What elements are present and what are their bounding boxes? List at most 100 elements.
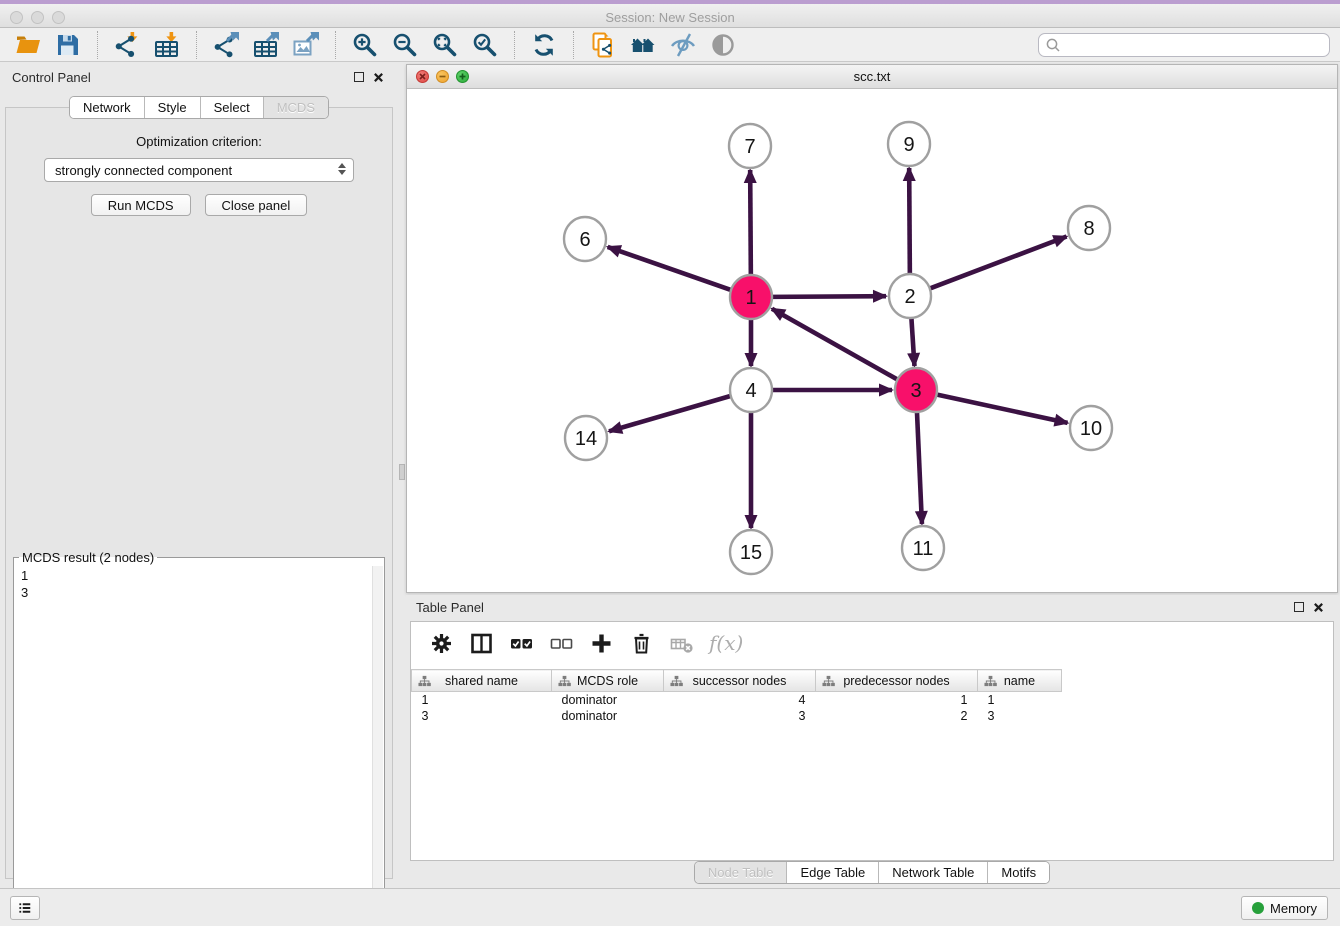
toolbar-separator xyxy=(97,31,98,59)
column-header-successor-nodes[interactable]: successor nodes xyxy=(664,670,816,692)
column-header-MCDS-role[interactable]: MCDS role xyxy=(552,670,664,692)
unchecked-boxes-icon[interactable] xyxy=(543,627,579,659)
table-tabs: Node TableEdge TableNetwork TableMotifs xyxy=(406,861,1338,884)
node-3[interactable]: 3 xyxy=(895,368,937,412)
import-table-icon[interactable] xyxy=(147,30,187,60)
table-row[interactable]: 3dominator323 xyxy=(412,708,1062,724)
tab-network[interactable]: Network xyxy=(70,97,145,118)
cell[interactable]: dominator xyxy=(552,708,664,724)
show-eye-icon[interactable] xyxy=(703,30,743,60)
status-bar: Memory xyxy=(0,888,1340,926)
cell[interactable]: 1 xyxy=(978,692,1062,708)
combo-stepper-icon xyxy=(338,163,346,175)
import-network-icon[interactable] xyxy=(107,30,147,60)
edge-1-2[interactable] xyxy=(772,296,886,297)
edge-2-9[interactable] xyxy=(909,168,910,275)
float-table-panel-icon[interactable] xyxy=(1294,602,1304,612)
tree-icon xyxy=(984,675,997,687)
column-header-shared-name[interactable]: shared name xyxy=(412,670,552,692)
application-window: Session: New Session Control Panel Netwo… xyxy=(0,0,1340,926)
columns-icon[interactable] xyxy=(463,627,499,659)
checked-boxes-icon[interactable] xyxy=(503,627,539,659)
refresh-icon[interactable] xyxy=(524,30,564,60)
zoom-in-icon[interactable] xyxy=(345,30,385,60)
cell[interactable]: 3 xyxy=(978,708,1062,724)
toolbar-separator xyxy=(335,31,336,59)
trash-icon[interactable] xyxy=(623,627,659,659)
close-table-panel-icon[interactable] xyxy=(1313,602,1324,613)
edge-1-7[interactable] xyxy=(750,170,751,276)
delete-table-icon[interactable] xyxy=(663,627,699,659)
column-header-predecessor-nodes[interactable]: predecessor nodes xyxy=(816,670,978,692)
node-14[interactable]: 14 xyxy=(565,416,607,460)
node-11[interactable]: 11 xyxy=(902,526,944,570)
open-folder-icon[interactable] xyxy=(8,30,48,60)
network-window-titlebar[interactable]: scc.txt xyxy=(407,65,1337,89)
node-7[interactable]: 7 xyxy=(729,124,771,168)
hide-panel-eye-icon[interactable] xyxy=(663,30,703,60)
task-history-button[interactable] xyxy=(10,896,40,920)
table-row[interactable]: 1dominator411 xyxy=(412,692,1062,708)
column-header-name[interactable]: name xyxy=(978,670,1062,692)
node-4[interactable]: 4 xyxy=(730,368,772,412)
node-8[interactable]: 8 xyxy=(1068,206,1110,250)
node-2[interactable]: 2 xyxy=(889,274,931,318)
home-icon[interactable] xyxy=(623,30,663,60)
cell[interactable]: dominator xyxy=(552,692,664,708)
result-scrollbar[interactable] xyxy=(372,566,383,926)
node-1[interactable]: 1 xyxy=(730,275,772,319)
plus-icon[interactable] xyxy=(583,627,619,659)
tree-icon xyxy=(418,675,431,687)
memory-button[interactable]: Memory xyxy=(1241,896,1328,920)
cell[interactable]: 2 xyxy=(816,708,978,724)
splitter-handle[interactable] xyxy=(399,464,405,480)
memory-label: Memory xyxy=(1270,901,1317,916)
run-mcds-button[interactable]: Run MCDS xyxy=(91,194,191,216)
node-15[interactable]: 15 xyxy=(730,530,772,574)
zoom-out-icon[interactable] xyxy=(385,30,425,60)
close-panel-icon[interactable] xyxy=(373,72,384,83)
edge-3-11[interactable] xyxy=(917,411,922,524)
table-tab-node-table[interactable]: Node Table xyxy=(695,862,788,883)
node-6[interactable]: 6 xyxy=(564,217,606,261)
cell[interactable]: 3 xyxy=(664,708,816,724)
save-icon[interactable] xyxy=(48,30,88,60)
edge-3-1[interactable] xyxy=(772,309,898,380)
export-table-icon[interactable] xyxy=(246,30,286,60)
optimization-criterion-select[interactable]: strongly connected component xyxy=(44,158,354,182)
edge-1-6[interactable] xyxy=(608,247,732,290)
float-panel-icon[interactable] xyxy=(354,72,364,82)
search-box[interactable] xyxy=(1038,33,1330,57)
node-table[interactable]: shared nameMCDS rolesuccessor nodesprede… xyxy=(411,669,1062,842)
table-tab-network-table[interactable]: Network Table xyxy=(879,862,988,883)
cell[interactable]: 1 xyxy=(816,692,978,708)
network-canvas[interactable]: 7 9 6 8 1 2 4 3 14 10 15 11 xyxy=(407,89,1337,592)
main-toolbar xyxy=(0,28,1340,62)
export-image-icon[interactable] xyxy=(286,30,326,60)
tab-mcds[interactable]: MCDS xyxy=(264,97,328,118)
cell[interactable]: 4 xyxy=(664,692,816,708)
edge-2-8[interactable] xyxy=(930,237,1067,289)
zoom-selected-icon[interactable] xyxy=(465,30,505,60)
table-tab-edge-table[interactable]: Edge Table xyxy=(787,862,879,883)
node-9[interactable]: 9 xyxy=(888,122,930,166)
gear-icon[interactable] xyxy=(423,627,459,659)
tab-select[interactable]: Select xyxy=(201,97,264,118)
cell[interactable]: 1 xyxy=(412,692,552,708)
edge-2-3[interactable] xyxy=(911,317,914,366)
edge-4-14[interactable] xyxy=(609,396,731,431)
table-tab-motifs[interactable]: Motifs xyxy=(988,862,1049,883)
node-10[interactable]: 10 xyxy=(1070,406,1112,450)
function-builder-icon[interactable]: f(x) xyxy=(709,631,743,655)
tab-style[interactable]: Style xyxy=(145,97,201,118)
close-panel-button[interactable]: Close panel xyxy=(205,194,308,216)
mcds-result-list[interactable]: 1 3 xyxy=(14,565,384,601)
svg-text:14: 14 xyxy=(575,428,597,450)
zoom-fit-icon[interactable] xyxy=(425,30,465,60)
edge-3-10[interactable] xyxy=(937,394,1068,422)
cell[interactable]: 3 xyxy=(412,708,552,724)
search-input[interactable] xyxy=(1061,35,1329,55)
vertical-splitter[interactable] xyxy=(398,64,406,886)
duplicate-network-icon[interactable] xyxy=(583,30,623,60)
export-network-icon[interactable] xyxy=(206,30,246,60)
